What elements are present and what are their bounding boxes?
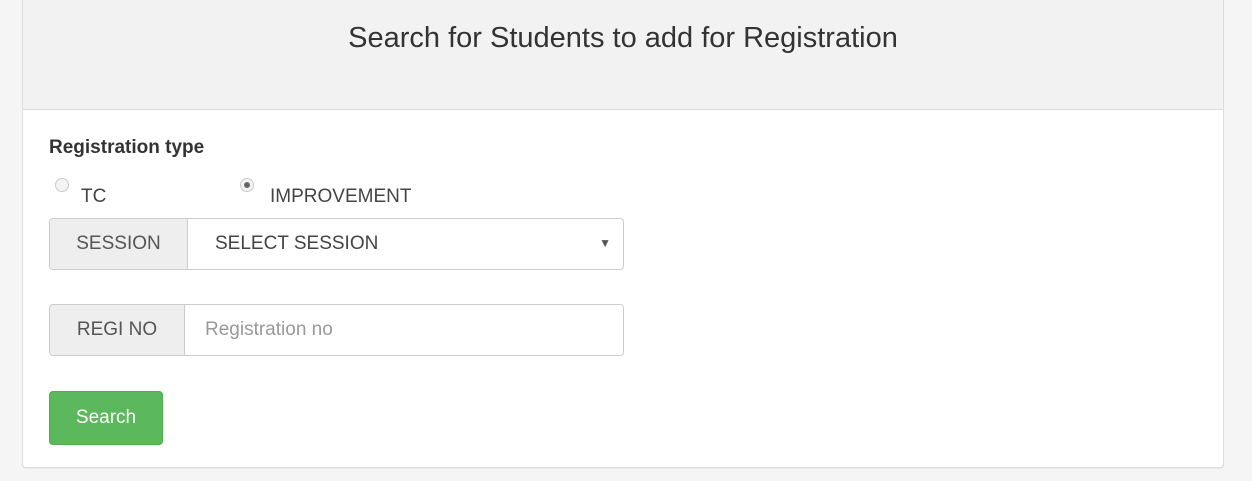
- radio-improvement-label[interactable]: IMPROVEMENT: [270, 186, 411, 208]
- radio-tc-label[interactable]: TC: [81, 186, 106, 208]
- session-select-value: SELECT SESSION: [215, 233, 379, 254]
- radio-option-improvement[interactable]: IMPROVEMENT: [240, 176, 450, 210]
- radio-tc-input[interactable]: [55, 178, 69, 192]
- radio-option-tc[interactable]: TC: [55, 176, 135, 210]
- panel-title: Search for Students to add for Registrat…: [348, 22, 898, 54]
- chevron-down-icon: ▼: [599, 236, 611, 250]
- panel-heading: Search for Students to add for Registrat…: [23, 0, 1223, 110]
- search-button[interactable]: Search: [49, 391, 163, 445]
- session-input-group: SESSION SELECT SESSION ▼: [49, 218, 624, 270]
- search-panel: Search for Students to add for Registrat…: [22, 0, 1224, 468]
- registration-no-input[interactable]: [185, 305, 623, 355]
- registration-type-label: Registration type: [49, 137, 205, 158]
- session-addon: SESSION: [50, 219, 188, 269]
- regi-no-input-group: REGI NO: [49, 304, 624, 356]
- radio-improvement-input[interactable]: [240, 178, 254, 192]
- regi-no-addon: REGI NO: [50, 305, 185, 355]
- session-select[interactable]: SELECT SESSION ▼: [188, 219, 623, 269]
